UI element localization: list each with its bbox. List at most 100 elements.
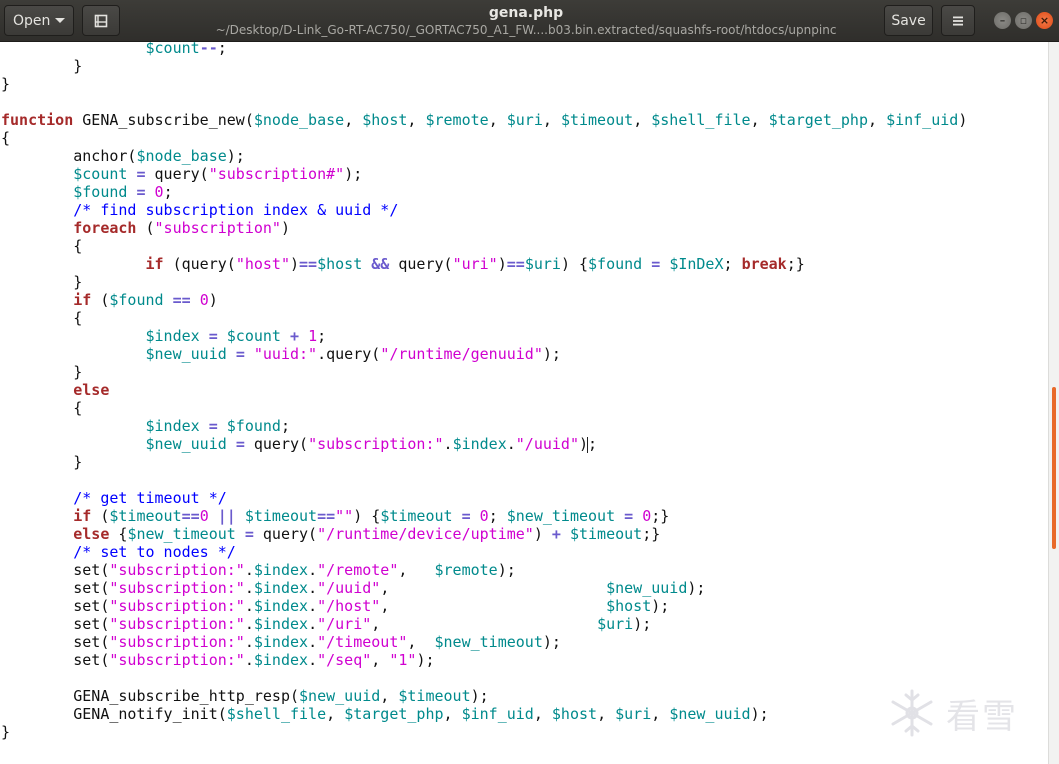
code-token: $index	[253, 651, 309, 669]
code-line[interactable]: $count = query("subscription#");	[1, 165, 967, 183]
code-token: )	[208, 291, 218, 309]
save-button[interactable]: Save	[884, 5, 933, 36]
code-line[interactable]: GENA_subscribe_http_resp($new_uuid, $tim…	[1, 687, 967, 705]
code-line[interactable]: /* find subscription index & uuid */	[1, 201, 967, 219]
code-token: );	[542, 633, 561, 651]
code-token: $new_timeout	[127, 525, 236, 543]
hamburger-menu-button[interactable]	[941, 5, 975, 36]
code-token: =	[651, 255, 661, 273]
code-token: $uri	[524, 255, 561, 273]
code-line[interactable]: }	[1, 57, 967, 75]
code-token: 0	[642, 507, 652, 525]
code-line[interactable]: set("subscription:".$index."/seq", "1");	[1, 651, 967, 669]
close-icon[interactable]: ×	[1036, 12, 1053, 29]
vertical-scrollbar[interactable]	[1048, 42, 1059, 764]
code-line[interactable]: }	[1, 273, 967, 291]
code-line[interactable]: set("subscription:".$index."/remote", $r…	[1, 561, 967, 579]
code-line[interactable]: $index = $count + 1;	[1, 327, 967, 345]
code-token: );	[416, 651, 435, 669]
open-button-label: Open	[13, 12, 51, 29]
code-line[interactable]: set("subscription:".$index."/timeout", $…	[1, 633, 967, 651]
code-token: ==	[299, 255, 318, 273]
code-token: ,	[633, 111, 652, 129]
code-token: --	[199, 42, 218, 57]
code-token: $target_php	[768, 111, 868, 129]
maximize-icon[interactable]: ▫	[1015, 12, 1032, 29]
code-token: 0	[199, 291, 209, 309]
code-token: /* get timeout */	[73, 489, 227, 507]
minimize-icon[interactable]: –	[994, 12, 1011, 29]
code-line[interactable]: }	[1, 75, 967, 93]
code-text[interactable]: if ($cout > 0 && $cout < $curr_time) del…	[1, 42, 967, 741]
code-token: else	[73, 381, 110, 399]
code-line[interactable]: }	[1, 363, 967, 381]
code-line[interactable]: $new_uuid = query("subscription:".$index…	[1, 435, 967, 453]
code-line[interactable]: {	[1, 237, 967, 255]
code-line[interactable]: ​	[1, 471, 967, 489]
code-line[interactable]: {	[1, 129, 967, 147]
open-button[interactable]: Open	[4, 5, 74, 36]
code-token: {	[1, 309, 83, 327]
code-line[interactable]: ​	[1, 93, 967, 111]
code-line[interactable]: {	[1, 399, 967, 417]
code-token: }	[1, 453, 83, 471]
code-line[interactable]: ​	[1, 669, 967, 687]
code-token: ;	[163, 183, 173, 201]
code-line[interactable]: $new_uuid = "uuid:".query("/runtime/genu…	[1, 345, 967, 363]
code-token: /* find subscription index & uuid */	[73, 201, 399, 219]
code-token: 0	[199, 507, 209, 525]
code-line[interactable]: set("subscription:".$index."/uuid", $new…	[1, 579, 967, 597]
code-token: );	[542, 345, 561, 363]
code-token: ,	[597, 705, 616, 723]
code-line[interactable]: set("subscription:".$index."/host", $hos…	[1, 597, 967, 615]
chevron-down-icon	[55, 18, 65, 23]
code-token: break	[741, 255, 787, 273]
code-token: $uri	[506, 111, 543, 129]
code-line[interactable]: /* get timeout */	[1, 489, 967, 507]
code-line[interactable]: /* set to nodes */	[1, 543, 967, 561]
code-token: (	[91, 291, 110, 309]
code-line[interactable]: else {$new_timeout = query("/runtime/dev…	[1, 525, 967, 543]
code-token: "subscription#"	[208, 165, 345, 183]
code-line[interactable]: $found = 0;	[1, 183, 967, 201]
new-document-button[interactable]	[82, 5, 120, 36]
code-editor[interactable]: if ($cout > 0 && $cout < $curr_time) del…	[0, 42, 1048, 764]
code-token: $found	[73, 183, 128, 201]
code-token: $host	[606, 597, 652, 615]
code-line[interactable]: else	[1, 381, 967, 399]
code-line[interactable]: function GENA_subscribe_new($node_base, …	[1, 111, 967, 129]
code-line[interactable]: if ($timeout==0 || $timeout=="") {$timeo…	[1, 507, 967, 525]
code-token: ,	[326, 705, 345, 723]
scrollbar-thumb[interactable]	[1052, 387, 1056, 549]
code-line[interactable]: }	[1, 453, 967, 471]
code-token: $timeout	[398, 687, 471, 705]
code-token: )	[958, 111, 968, 129]
code-line[interactable]: foreach ("subscription")	[1, 219, 967, 237]
code-line[interactable]: if ($found == 0)	[1, 291, 967, 309]
code-token: )	[290, 255, 300, 273]
code-line[interactable]: if (query("host")==$host && query("uri")…	[1, 255, 967, 273]
code-line[interactable]: $index = $found;	[1, 417, 967, 435]
code-token: .	[506, 435, 516, 453]
code-token: $host	[317, 255, 363, 273]
code-token: .	[244, 633, 254, 651]
code-token: =	[208, 417, 218, 435]
code-token: $found	[226, 417, 281, 435]
code-token: ) {	[353, 507, 381, 525]
code-line[interactable]: $count--;	[1, 42, 967, 57]
code-line[interactable]: set("subscription:".$index."/uri", $uri)…	[1, 615, 967, 633]
code-line[interactable]: {	[1, 309, 967, 327]
code-token: if	[145, 255, 164, 273]
code-line[interactable]: anchor($node_base);	[1, 147, 967, 165]
code-token: ;	[317, 327, 327, 345]
code-token: ,	[443, 705, 462, 723]
code-line[interactable]: GENA_notify_init($shell_file, $target_ph…	[1, 705, 967, 723]
code-line[interactable]: }	[1, 723, 967, 741]
